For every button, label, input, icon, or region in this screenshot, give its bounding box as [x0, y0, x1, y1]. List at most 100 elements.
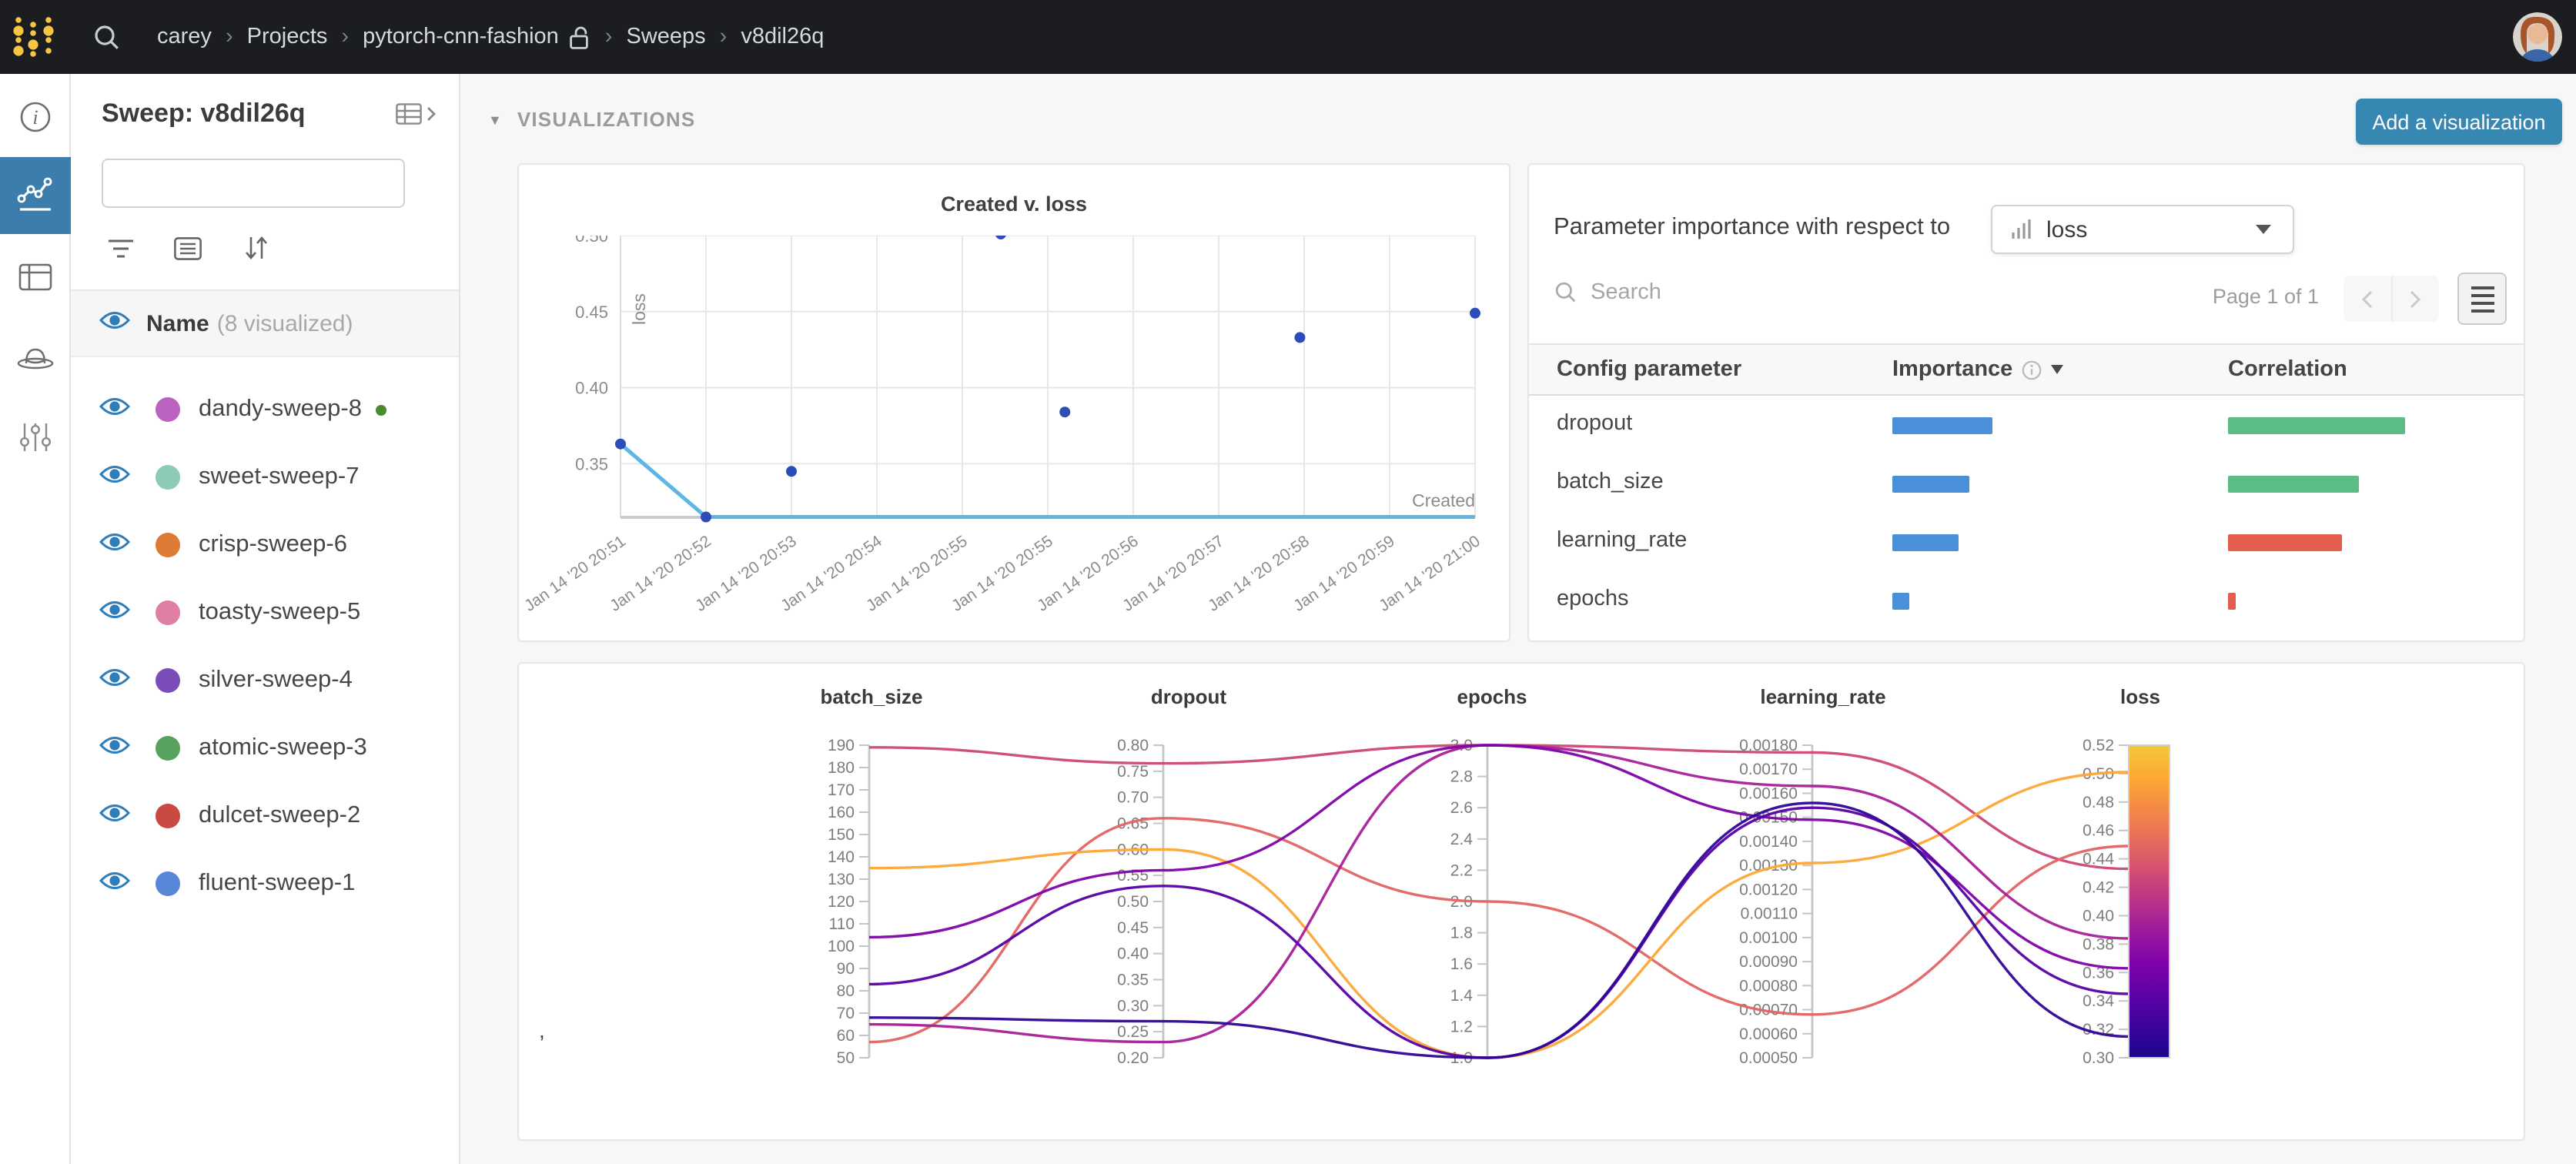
visibility-eye-icon[interactable]	[99, 734, 131, 763]
runs-column-label: Name	[146, 310, 209, 336]
table-grid-icon	[396, 103, 422, 125]
svg-text:1.8: 1.8	[1450, 925, 1473, 942]
page-indicator: Page 1 of 1	[2213, 285, 2319, 308]
run-row[interactable]: sweet-sweep-7	[71, 443, 459, 511]
config-parameter-name: dropout	[1557, 411, 1632, 436]
run-row[interactable]: toasty-sweep-5	[71, 579, 459, 647]
run-name[interactable]: dandy-sweep-8	[199, 396, 362, 423]
sort-icon[interactable]	[240, 232, 271, 263]
runs-list-header: Name (8 visualized)	[71, 291, 459, 357]
visibility-all-eye-icon[interactable]	[99, 309, 131, 338]
breadcrumb-item[interactable]: v8dil26q	[741, 25, 824, 49]
run-name[interactable]: sweet-sweep-7	[199, 463, 360, 491]
model-tab-icon[interactable]	[0, 319, 71, 396]
parallel-run-line[interactable]	[869, 745, 2129, 968]
run-name[interactable]: crisp-sweep-6	[199, 531, 347, 559]
group-list-icon[interactable]	[172, 232, 203, 263]
run-row[interactable]: dandy-sweep-8	[71, 376, 459, 443]
parallel-run-line[interactable]	[869, 745, 2129, 869]
expand-table-button[interactable]	[396, 103, 437, 125]
run-row[interactable]: silver-sweep-4	[71, 647, 459, 714]
metric-select[interactable]: loss	[1991, 205, 2294, 254]
svg-text:150: 150	[828, 826, 855, 844]
wandb-logo-icon[interactable]	[0, 0, 68, 74]
run-search-box[interactable]	[102, 159, 405, 208]
importance-table-row[interactable]: batch_size	[1529, 454, 2524, 513]
svg-text:0.40: 0.40	[1117, 945, 1149, 963]
svg-text:2.4: 2.4	[1450, 831, 1474, 848]
col-importance[interactable]: Importance	[1892, 357, 2063, 382]
run-name[interactable]: silver-sweep-4	[199, 667, 353, 694]
parallel-run-line[interactable]	[869, 803, 2129, 1058]
next-page-button[interactable]	[2392, 276, 2439, 322]
run-row[interactable]: atomic-sweep-3	[71, 714, 459, 782]
parallel-run-line[interactable]	[869, 772, 2129, 1058]
svg-text:80: 80	[837, 982, 855, 1000]
breadcrumb-item[interactable]: Projects	[247, 25, 328, 49]
visibility-eye-icon[interactable]	[99, 666, 131, 695]
run-color-dot	[156, 871, 180, 896]
svg-text:Created: Created	[1412, 490, 1475, 510]
svg-text:dropout: dropout	[1151, 685, 1227, 708]
breadcrumb-item[interactable]: Sweeps	[626, 25, 705, 49]
svg-text:1.2: 1.2	[1450, 1018, 1473, 1035]
icon-rail: i	[0, 74, 71, 1164]
visibility-eye-icon[interactable]	[99, 463, 131, 492]
nav-search-icon[interactable]	[83, 0, 129, 74]
svg-text:0.35: 0.35	[575, 454, 608, 473]
importance-bar	[1892, 534, 1959, 551]
parallel-run-line[interactable]	[869, 818, 2129, 1042]
breadcrumb-item[interactable]: carey	[157, 25, 212, 49]
visibility-eye-icon[interactable]	[99, 395, 131, 424]
run-name[interactable]: dulcet-sweep-2	[199, 802, 360, 830]
importance-search-input[interactable]	[1587, 279, 1902, 306]
correlation-bar	[2228, 476, 2358, 493]
bar-chart-icon	[2011, 219, 2034, 240]
visibility-eye-icon[interactable]	[99, 598, 131, 627]
run-color-dot	[156, 804, 180, 828]
visibility-eye-icon[interactable]	[99, 530, 131, 560]
svg-text:110: 110	[829, 915, 855, 933]
info-icon[interactable]: i	[0, 79, 71, 156]
table-tab-icon[interactable]	[0, 239, 71, 316]
run-row[interactable]: crisp-sweep-6	[71, 511, 459, 579]
eye-icon	[99, 309, 131, 330]
importance-title: Parameter importance with respect to	[1554, 214, 1950, 242]
run-row[interactable]: fluent-sweep-1	[71, 850, 459, 918]
visualizations-section-toggle[interactable]: ▼ VISUALIZATIONS	[488, 108, 695, 131]
parameter-importance-panel: Parameter importance with respect to los…	[1527, 163, 2525, 642]
run-row[interactable]: dulcet-sweep-2	[71, 782, 459, 850]
visibility-eye-icon[interactable]	[99, 801, 131, 831]
run-name[interactable]: atomic-sweep-3	[199, 734, 367, 762]
sweep-controls-icon[interactable]	[0, 399, 71, 476]
visibility-eye-icon[interactable]	[99, 869, 131, 898]
svg-text:0.70: 0.70	[1117, 789, 1149, 807]
svg-text:120: 120	[828, 893, 855, 911]
importance-table-row[interactable]: epochs	[1529, 571, 2524, 630]
filter-icon[interactable]	[105, 232, 135, 263]
svg-text:0.00140: 0.00140	[1739, 833, 1798, 851]
svg-text:160: 160	[828, 804, 855, 821]
svg-text:130: 130	[828, 871, 855, 888]
importance-table-row[interactable]: learning_rate	[1529, 513, 2524, 571]
scatter-chart[interactable]: Jan 14 '20 20:51Jan 14 '20 20:52Jan 14 '…	[519, 236, 1510, 642]
breadcrumb-item[interactable]: pytorch-cnn-fashion	[363, 25, 559, 49]
svg-text:90: 90	[837, 960, 855, 978]
prev-page-button[interactable]	[2343, 276, 2392, 322]
unlocked-icon	[570, 25, 591, 48]
importance-table-row[interactable]: dropout	[1529, 396, 2524, 454]
panel-menu-button[interactable]	[2457, 273, 2507, 325]
correlation-bar	[2228, 534, 2342, 551]
eye-icon	[99, 530, 131, 552]
search-icon	[1554, 280, 1577, 303]
add-visualization-button[interactable]: Add a visualization	[2356, 99, 2562, 145]
svg-text:batch_size: batch_size	[821, 685, 923, 708]
importance-bar	[1892, 417, 1992, 434]
svg-text:0.52: 0.52	[2083, 737, 2114, 754]
run-name[interactable]: fluent-sweep-1	[199, 870, 355, 898]
run-search-input[interactable]	[131, 169, 416, 197]
avatar[interactable]	[2513, 12, 2562, 62]
parallel-coordinates-chart[interactable]: batch_size506070809010011012013014015016…	[519, 664, 2525, 1141]
charts-tab-icon[interactable]	[0, 157, 71, 234]
run-name[interactable]: toasty-sweep-5	[199, 599, 360, 627]
